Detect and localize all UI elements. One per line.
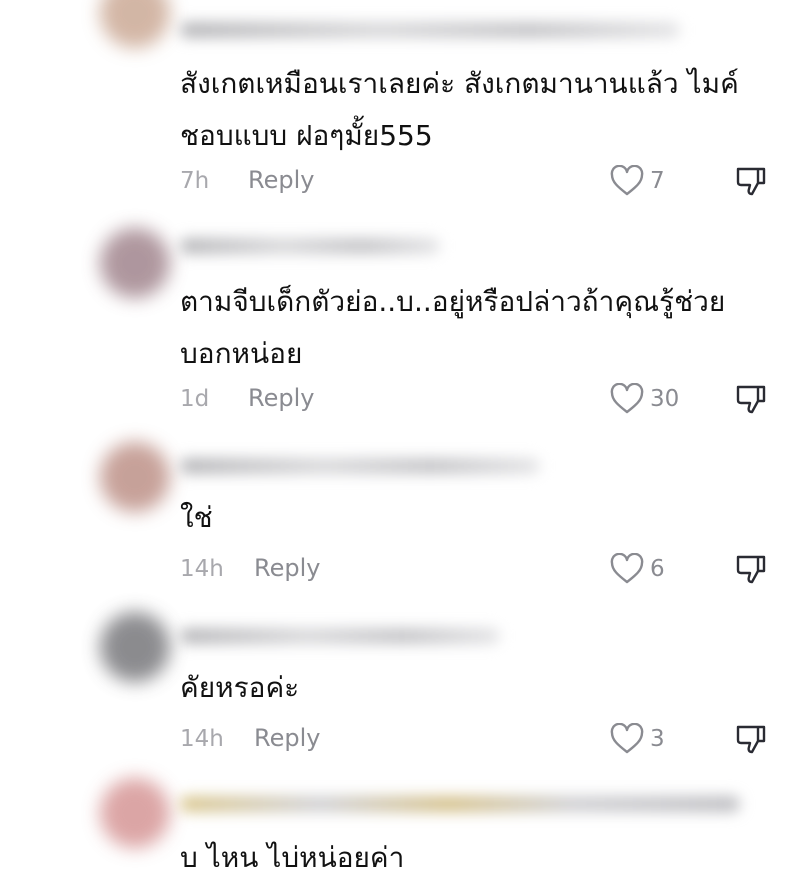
comment-time: 1d xyxy=(180,386,210,412)
avatar[interactable] xyxy=(100,442,170,512)
username-blurred[interactable] xyxy=(180,796,740,812)
like-button[interactable]: 6 xyxy=(610,552,665,586)
like-count: 30 xyxy=(650,386,680,412)
comment-text: สังเกตเหมือนเราเลยค่ะ สังเกตมานานแล้ว ไม… xyxy=(180,67,739,152)
comment-meta: 7h Reply 7 xyxy=(180,162,780,202)
username-blurred[interactable] xyxy=(180,22,680,38)
reply-button[interactable]: Reply xyxy=(248,384,314,412)
username-blurred[interactable] xyxy=(180,458,540,474)
thumbs-down-icon xyxy=(736,167,766,196)
heart-icon xyxy=(610,165,644,196)
dislike-button[interactable] xyxy=(734,164,768,198)
reply-button[interactable]: Reply xyxy=(254,724,320,752)
reply-button[interactable]: Reply xyxy=(248,166,314,194)
avatar[interactable] xyxy=(100,0,170,48)
username-blurred[interactable] xyxy=(180,238,440,254)
comment-text: ตามจีบเด็กตัวย่อ..บ..อยู่หรือปล่าวถ้าคุณ… xyxy=(180,285,726,370)
like-count: 6 xyxy=(650,556,665,582)
dislike-button[interactable] xyxy=(734,382,768,416)
avatar[interactable] xyxy=(100,612,170,682)
comment-text: คัยหรอค่ะ xyxy=(180,671,300,704)
thumbs-down-icon xyxy=(736,555,766,584)
comment-text: ใช่ xyxy=(180,501,213,534)
like-count: 7 xyxy=(650,168,665,194)
comment-time: 14h xyxy=(180,556,224,582)
heart-icon xyxy=(610,553,644,584)
comment-meta: 14h Reply 3 xyxy=(180,720,780,760)
comment-meta: 14h Reply 6 xyxy=(180,550,780,590)
like-button[interactable]: 30 xyxy=(610,382,679,416)
avatar[interactable] xyxy=(100,228,170,298)
like-count: 3 xyxy=(650,726,665,752)
dislike-button[interactable] xyxy=(734,722,768,756)
username-blurred[interactable] xyxy=(180,628,500,644)
like-button[interactable]: 7 xyxy=(610,164,665,198)
comment-text: บ ไหน ไบ่หน่อยค่า xyxy=(180,841,405,874)
heart-icon xyxy=(610,723,644,754)
heart-icon xyxy=(610,383,644,414)
thumbs-down-icon xyxy=(736,725,766,754)
avatar[interactable] xyxy=(100,778,170,848)
thumbs-down-icon xyxy=(736,385,766,414)
dislike-button[interactable] xyxy=(734,552,768,586)
reply-button[interactable]: Reply xyxy=(254,554,320,582)
comment-time: 14h xyxy=(180,726,224,752)
comment-time: 7h xyxy=(180,168,210,194)
comment-meta: 1d Reply 30 xyxy=(180,380,780,420)
like-button[interactable]: 3 xyxy=(610,722,665,756)
